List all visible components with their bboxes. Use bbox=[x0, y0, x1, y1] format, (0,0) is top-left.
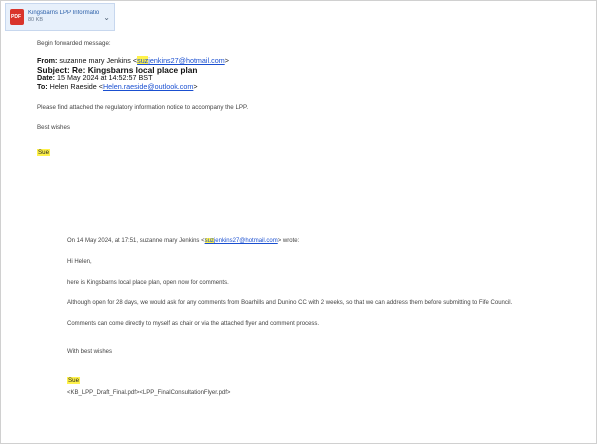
quoted-email-rest: jenkins27@hotmail.com bbox=[213, 238, 278, 244]
attachment-details: Kingsbarns LPP Information Notice.pdf 80… bbox=[28, 10, 99, 23]
quoted-header: On 14 May 2024, at 17:51, suzanne mary J… bbox=[67, 237, 595, 245]
quoted-closing: With best wishes bbox=[67, 349, 113, 355]
quoted-attachments: <KB_LPP_Draft_Final.pdf><LPP_FinalConsul… bbox=[67, 390, 231, 396]
from-close: > bbox=[224, 56, 229, 65]
quoted-greeting: Hi Helen, bbox=[67, 259, 92, 265]
quoted-header-suffix: > wrote: bbox=[277, 238, 300, 244]
quoted-email-link[interactable]: suzjenkins27@hotmail.com bbox=[204, 238, 278, 244]
chevron-down-icon[interactable]: ⌄ bbox=[103, 13, 110, 22]
quoted-signature: Sue bbox=[67, 377, 81, 384]
quoted-line-2: Although open for 28 days, we would ask … bbox=[67, 300, 513, 306]
signature: Sue bbox=[37, 149, 51, 156]
pdf-icon bbox=[10, 9, 24, 25]
to-close: > bbox=[193, 81, 198, 91]
email-view: Kingsbarns LPP Information Notice.pdf 80… bbox=[0, 0, 597, 444]
quoted-email-highlight: suz bbox=[204, 238, 214, 244]
to-name: Helen Raeside < bbox=[49, 81, 103, 91]
to-label: To: bbox=[37, 81, 48, 91]
to-email-link[interactable]: Helen.raeside@outlook.com bbox=[103, 82, 193, 91]
closing: Best wishes bbox=[37, 124, 71, 131]
forward-intro: Begin forwarded message: bbox=[37, 40, 111, 47]
forward-headers: From: suzanne mary Jenkins <suzjenkins27… bbox=[37, 56, 593, 92]
quoted-line-3: Comments can come directly to myself as … bbox=[67, 321, 320, 327]
message-body: Begin forwarded message: From: suzanne m… bbox=[37, 39, 593, 159]
attachment-size: 80 KB bbox=[28, 17, 43, 24]
quoted-line-1: here is Kingsbarns local place plan, ope… bbox=[67, 280, 229, 286]
attachment-filename[interactable]: Kingsbarns LPP Information Notice.pdf bbox=[28, 10, 99, 17]
quoted-message: On 14 May 2024, at 17:51, suzanne mary J… bbox=[67, 237, 595, 397]
to-line: To: Helen Raeside <Helen.raeside@outlook… bbox=[37, 81, 593, 92]
body-line: Please find attached the regulatory info… bbox=[37, 104, 249, 111]
attachment-chip[interactable]: Kingsbarns LPP Information Notice.pdf 80… bbox=[5, 3, 115, 31]
quoted-header-prefix: On 14 May 2024, at 17:51, suzanne mary J… bbox=[67, 238, 205, 244]
